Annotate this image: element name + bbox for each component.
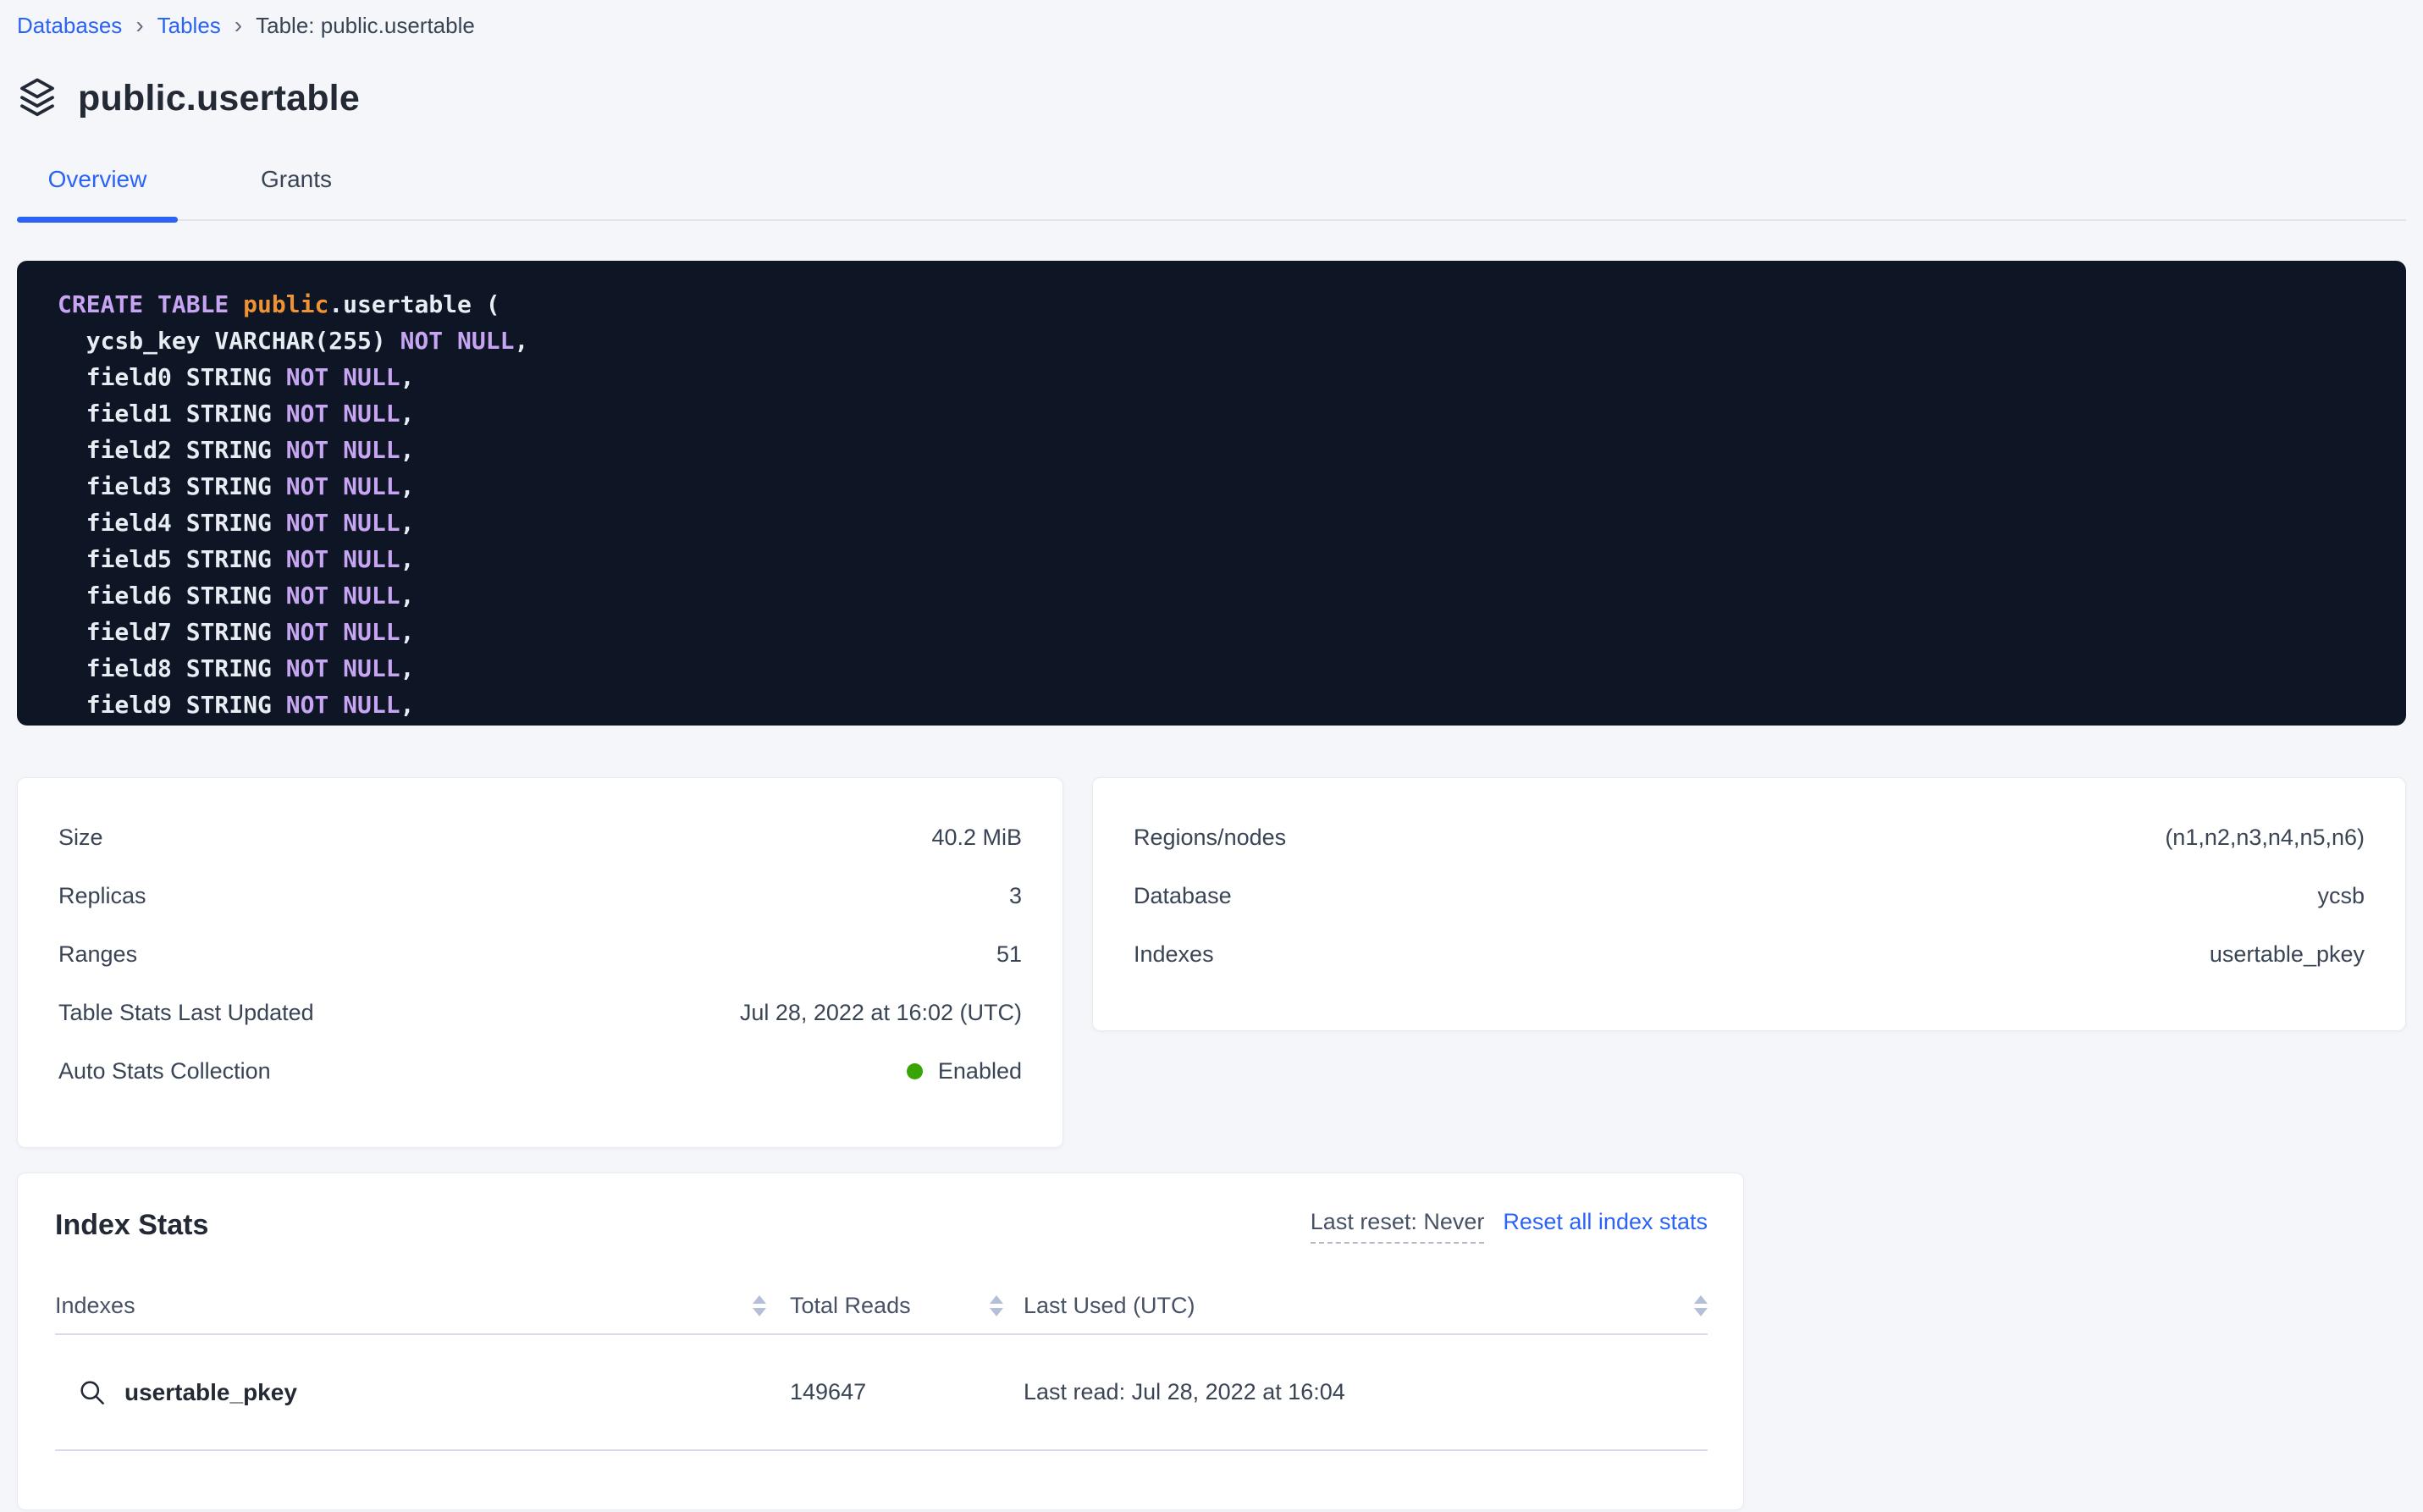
stat-row: Indexes usertable_pkey bbox=[1134, 925, 2365, 984]
stat-value: 51 bbox=[996, 941, 1022, 968]
stat-label: Indexes bbox=[1134, 941, 1214, 968]
last-reset-text[interactable]: Last reset: Never bbox=[1311, 1209, 1485, 1244]
column-header-total-reads[interactable]: Total Reads bbox=[790, 1293, 1003, 1319]
reset-all-index-stats-link[interactable]: Reset all index stats bbox=[1503, 1209, 1708, 1235]
index-name: usertable_pkey bbox=[124, 1379, 297, 1406]
search-icon bbox=[77, 1377, 108, 1408]
stat-row: Database ycsb bbox=[1134, 867, 2365, 925]
sql-create-statement: CREATE TABLE public.usertable ( ycsb_key… bbox=[17, 261, 2406, 726]
page-title-row: public.usertable bbox=[17, 74, 2406, 122]
breadcrumb-link-databases[interactable]: Databases bbox=[17, 12, 122, 39]
index-stats-title: Index Stats bbox=[55, 1209, 208, 1242]
sort-icon[interactable] bbox=[990, 1295, 1003, 1316]
page-title: public.usertable bbox=[78, 78, 360, 119]
sql-code-line: field1 STRING NOT NULL, bbox=[58, 395, 2406, 432]
breadcrumb: Databases › Tables › Table: public.usert… bbox=[17, 12, 2406, 39]
total-reads-value: 149647 bbox=[790, 1379, 866, 1405]
breadcrumb-link-tables[interactable]: Tables bbox=[157, 12, 221, 39]
tabs: Overview Grants bbox=[17, 166, 2406, 223]
chevron-right-icon: › bbox=[235, 14, 242, 36]
stat-label: Database bbox=[1134, 883, 1232, 909]
sql-code-line: CREATE TABLE public.usertable ( bbox=[58, 286, 2406, 323]
index-link[interactable]: usertable_pkey bbox=[55, 1377, 297, 1408]
stat-value: Jul 28, 2022 at 16:02 (UTC) bbox=[740, 1000, 1022, 1026]
sql-code-line: field9 STRING NOT NULL, bbox=[58, 687, 2406, 723]
sql-code-line: field6 STRING NOT NULL, bbox=[58, 577, 2406, 614]
breadcrumb-current: Table: public.usertable bbox=[256, 12, 475, 39]
status-dot bbox=[907, 1063, 923, 1079]
active-tab-indicator bbox=[17, 217, 178, 223]
tab-overview[interactable]: Overview bbox=[17, 166, 178, 193]
stat-row: Table Stats Last Updated Jul 28, 2022 at … bbox=[58, 984, 1022, 1042]
sql-code-line: field8 STRING NOT NULL, bbox=[58, 650, 2406, 687]
stat-value: ycsb bbox=[2317, 883, 2365, 909]
table-stats-card: Size 40.2 MiB Replicas 3 Ranges 51 Table Stats… bbox=[17, 777, 1063, 1148]
sql-code-line: field0 STRING NOT NULL, bbox=[58, 359, 2406, 395]
column-header-indexes[interactable]: Indexes bbox=[55, 1293, 766, 1319]
stat-row: Replicas 3 bbox=[58, 867, 1022, 925]
stat-value: 40.2 MiB bbox=[931, 825, 1022, 851]
stat-row: Auto Stats Collection Enabled bbox=[58, 1042, 1022, 1101]
last-used-value: Last read: Jul 28, 2022 at 16:04 bbox=[1024, 1379, 1345, 1405]
stat-label: Regions/nodes bbox=[1134, 825, 1286, 851]
stat-value: 3 bbox=[1009, 883, 1022, 909]
stat-row: Size 40.2 MiB bbox=[58, 808, 1022, 867]
sql-code-line: field7 STRING NOT NULL, bbox=[58, 614, 2406, 650]
table-details-page: Databases › Tables › Table: public.usert… bbox=[0, 0, 2423, 1512]
stat-row: Ranges 51 bbox=[58, 925, 1022, 984]
column-header-last-used[interactable]: Last Used (UTC) bbox=[1024, 1293, 1708, 1319]
table-header-row: Indexes Total Reads Last Used (UTC) bbox=[55, 1283, 1708, 1335]
stat-value: usertable_pkey bbox=[2210, 941, 2365, 968]
table-row: usertable_pkey 149647 Last read: Jul 28,… bbox=[55, 1335, 1708, 1451]
layers-icon bbox=[17, 76, 58, 120]
stat-value: Enabled bbox=[907, 1058, 1022, 1084]
tab-grants[interactable]: Grants bbox=[216, 166, 377, 193]
index-stats-card: Index Stats Last reset: Never Reset all … bbox=[17, 1173, 1744, 1510]
table-meta-card: Regions/nodes (n1,n2,n3,n4,n5,n6) Database… bbox=[1092, 777, 2406, 1031]
stat-label: Ranges bbox=[58, 941, 137, 968]
sort-icon[interactable] bbox=[1694, 1295, 1708, 1316]
summary-cards-row: Size 40.2 MiB Replicas 3 Ranges 51 Table Stats… bbox=[17, 777, 2406, 1148]
sql-code-line: field3 STRING NOT NULL, bbox=[58, 468, 2406, 505]
sql-code-line: field5 STRING NOT NULL, bbox=[58, 541, 2406, 577]
stat-row: Regions/nodes (n1,n2,n3,n4,n5,n6) bbox=[1134, 808, 2365, 867]
tabs-underline bbox=[17, 217, 2406, 223]
sql-code-line: field2 STRING NOT NULL, bbox=[58, 432, 2406, 468]
stat-label: Auto Stats Collection bbox=[58, 1058, 271, 1084]
stat-label: Table Stats Last Updated bbox=[58, 1000, 314, 1026]
sql-code-line: ycsb_key VARCHAR(255) NOT NULL, bbox=[58, 323, 2406, 359]
sql-code-line: field4 STRING NOT NULL, bbox=[58, 505, 2406, 541]
index-stats-table: Indexes Total Reads Last Used (UTC) bbox=[55, 1283, 1708, 1451]
sort-icon[interactable] bbox=[753, 1295, 766, 1316]
stat-label: Replicas bbox=[58, 883, 146, 909]
chevron-right-icon: › bbox=[135, 14, 143, 36]
stat-label: Size bbox=[58, 825, 103, 851]
stat-value: (n1,n2,n3,n4,n5,n6) bbox=[2165, 825, 2365, 851]
